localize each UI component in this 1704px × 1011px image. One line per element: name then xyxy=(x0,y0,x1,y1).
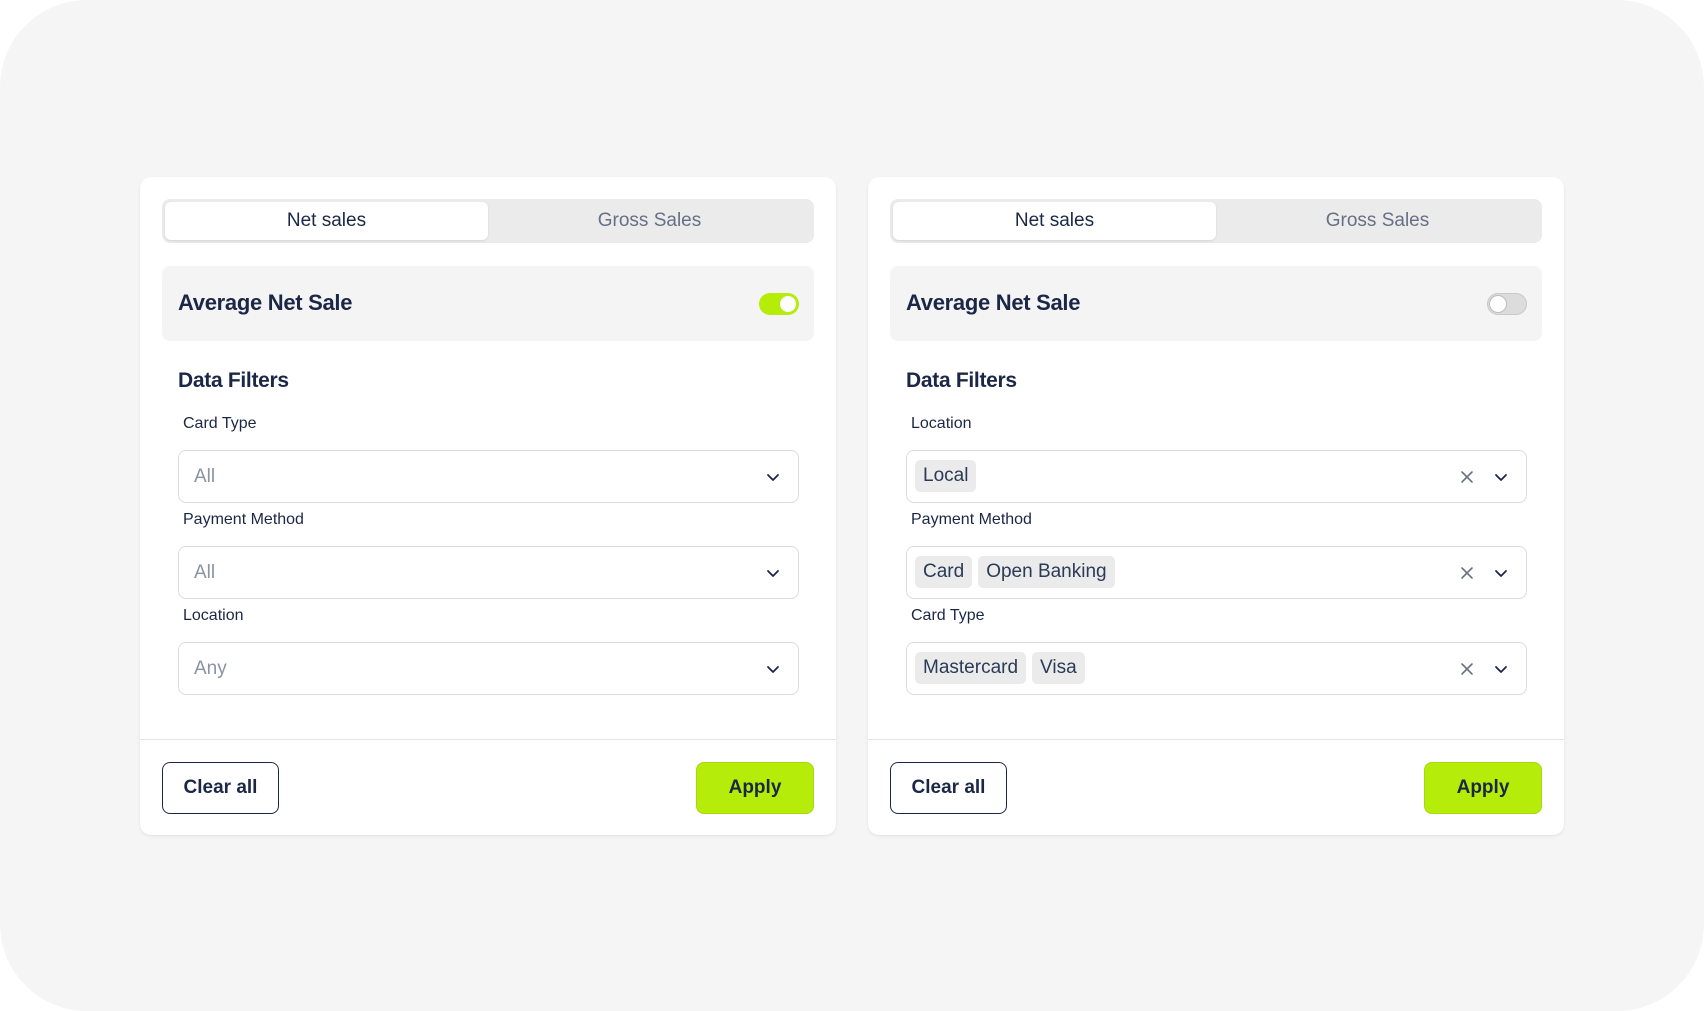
location-select[interactable]: Local xyxy=(906,450,1527,503)
payment-method-chips: Card Open Banking xyxy=(915,556,1115,588)
location-label: Location xyxy=(183,607,244,624)
apply-button[interactable]: Apply xyxy=(696,762,814,814)
close-icon[interactable] xyxy=(1459,565,1475,581)
location-value: Any xyxy=(194,658,227,679)
tab-gross-sales[interactable]: Gross Sales xyxy=(488,202,811,240)
card-type-value: All xyxy=(194,466,216,487)
data-filters-title: Data Filters xyxy=(906,369,1017,392)
apply-button[interactable]: Apply xyxy=(1424,762,1542,814)
clear-all-button[interactable]: Clear all xyxy=(162,762,279,814)
filter-panel-left: Net sales Gross Sales Average Net Sale D… xyxy=(140,177,836,835)
chevron-down-icon xyxy=(767,474,779,481)
average-net-sale-label: Average Net Sale xyxy=(178,290,353,315)
close-icon[interactable] xyxy=(1459,469,1475,485)
toggle-knob xyxy=(780,296,796,312)
average-net-sale-row: Average Net Sale xyxy=(162,266,814,341)
average-net-sale-toggle[interactable] xyxy=(1487,293,1527,315)
average-net-sale-label: Average Net Sale xyxy=(906,290,1081,315)
payment-method-select[interactable]: Card Open Banking xyxy=(906,546,1527,599)
card-type-label: Card Type xyxy=(183,415,257,432)
footer-divider xyxy=(140,739,836,740)
chip-visa[interactable]: Visa xyxy=(1032,652,1085,684)
filter-panel-right: Net sales Gross Sales Average Net Sale D… xyxy=(868,177,1564,835)
sales-type-segmented-control: Net sales Gross Sales xyxy=(890,199,1542,243)
average-net-sale-row: Average Net Sale xyxy=(890,266,1542,341)
card-type-label: Card Type xyxy=(911,607,985,624)
footer-divider xyxy=(868,739,1564,740)
location-select[interactable]: Any xyxy=(178,642,799,695)
card-type-chips: Mastercard Visa xyxy=(915,652,1085,684)
chip-card[interactable]: Card xyxy=(915,556,973,588)
tab-net-sales[interactable]: Net sales xyxy=(165,202,488,240)
close-icon[interactable] xyxy=(1459,661,1475,677)
chip-open-banking[interactable]: Open Banking xyxy=(978,556,1115,588)
canvas: Net sales Gross Sales Average Net Sale D… xyxy=(0,0,1704,1011)
card-type-select[interactable]: Mastercard Visa xyxy=(906,642,1527,695)
tab-gross-sales[interactable]: Gross Sales xyxy=(1216,202,1539,240)
chevron-down-icon xyxy=(1495,570,1507,577)
data-filters-title: Data Filters xyxy=(178,369,289,392)
toggle-knob xyxy=(1490,296,1506,312)
card-type-select[interactable]: All xyxy=(178,450,799,503)
payment-method-label: Payment Method xyxy=(183,511,304,528)
average-net-sale-toggle[interactable] xyxy=(759,293,799,315)
clear-all-button[interactable]: Clear all xyxy=(890,762,1007,814)
chevron-down-icon xyxy=(767,666,779,673)
chevron-down-icon xyxy=(1495,666,1507,673)
location-label: Location xyxy=(911,415,972,432)
chip-mastercard[interactable]: Mastercard xyxy=(915,652,1027,684)
chevron-down-icon xyxy=(1495,474,1507,481)
tab-net-sales[interactable]: Net sales xyxy=(893,202,1216,240)
chip-local[interactable]: Local xyxy=(915,460,977,492)
sales-type-segmented-control: Net sales Gross Sales xyxy=(162,199,814,243)
payment-method-value: All xyxy=(194,562,216,583)
location-chips: Local xyxy=(915,460,977,492)
payment-method-select[interactable]: All xyxy=(178,546,799,599)
chevron-down-icon xyxy=(767,570,779,577)
payment-method-label: Payment Method xyxy=(911,511,1032,528)
